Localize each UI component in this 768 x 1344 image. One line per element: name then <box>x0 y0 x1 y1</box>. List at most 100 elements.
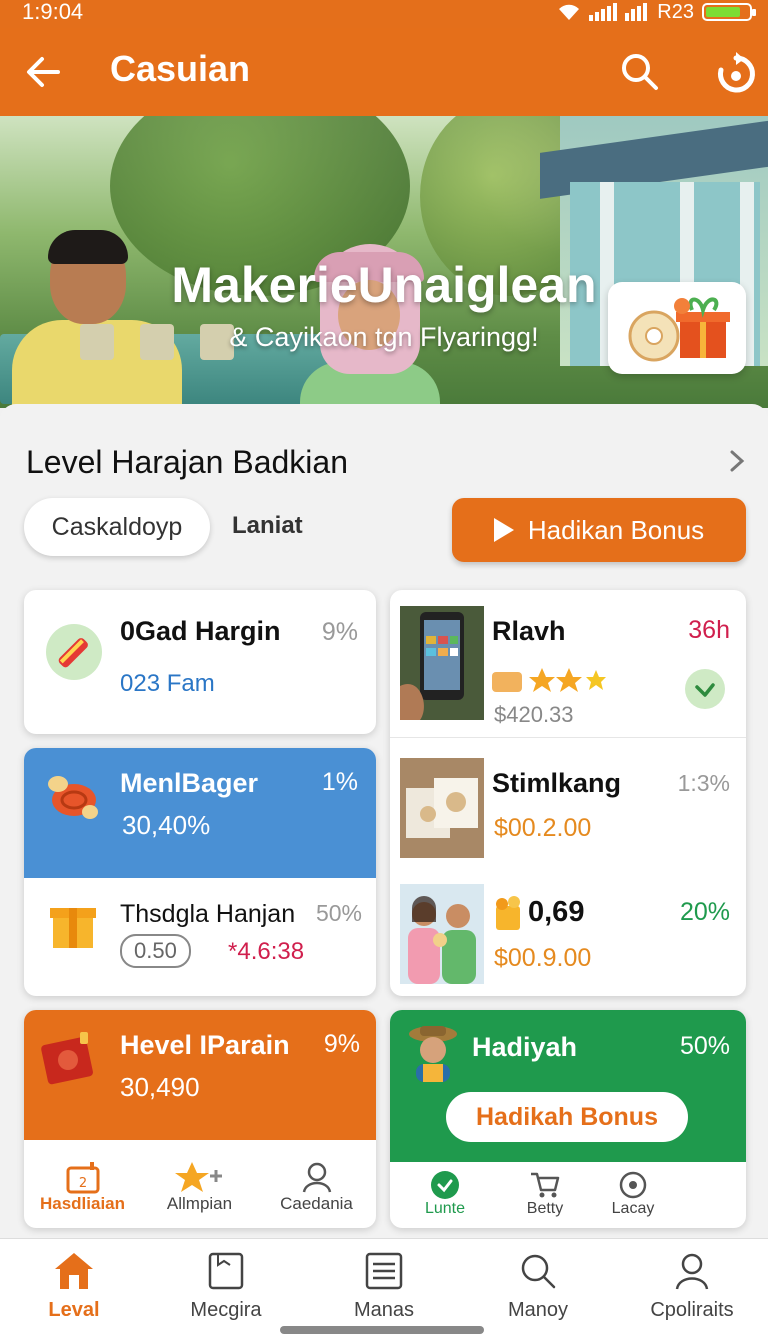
card-percent: 50% <box>315 900 362 926</box>
profile-icon <box>675 1253 709 1290</box>
card-hevel-tabs: 2 Hasdliaian Allmpian Caedania <box>24 1140 376 1228</box>
tab-label: Lunte <box>424 1200 466 1217</box>
card-title: Hadiyah <box>472 1032 578 1062</box>
tab-lacay[interactable]: Lacay <box>578 1170 688 1218</box>
filter-chip[interactable]: Caskaldoyp <box>24 498 210 556</box>
bonus-button[interactable]: Hadikan Bonus <box>452 498 746 562</box>
tab-allmpian[interactable]: Allmpian <box>141 1160 258 1214</box>
card-price: $00.2.00 <box>494 814 592 842</box>
home-indicator[interactable] <box>280 1326 484 1334</box>
nav-item-mecgira[interactable]: Mecgira <box>166 1251 286 1322</box>
tab-label: Betty <box>526 1200 564 1217</box>
status-bar: 1:9:04 R23 <box>0 0 768 28</box>
drink-icon <box>496 896 520 930</box>
refresh-icon[interactable] <box>712 50 760 98</box>
card-stimlkang[interactable]: Stimlkang 1:3% $00.2.00 <box>390 738 746 868</box>
tab-hasdliaian[interactable]: 2 Hasdliaian <box>24 1160 141 1214</box>
card-hadiyah-tabs: Lunte Betty Lacay <box>390 1162 746 1228</box>
card-percent: 20% <box>679 898 730 926</box>
tab-label: Allmpian <box>166 1194 233 1213</box>
family-photo <box>400 884 484 984</box>
compass-icon <box>619 1171 647 1199</box>
card-hevel-header: Hevel IParain 9% 30,490 <box>24 1010 376 1140</box>
signal-icon-2 <box>625 3 648 21</box>
bonus-button-label: Hadikan Bonus <box>527 514 705 545</box>
card-price: $420.33 <box>494 702 574 727</box>
coins-icon <box>48 776 98 819</box>
card-percent: 50% <box>679 1032 730 1060</box>
card-time: 36h <box>688 616 730 644</box>
tab-label: Caedania <box>280 1194 353 1213</box>
tab-caedania[interactable]: Caedania <box>258 1160 375 1214</box>
card-value: *4.6:38 <box>228 938 305 965</box>
page-title: Casuian <box>110 48 251 89</box>
nav-item-cpoliraits[interactable]: Cpoliraits <box>632 1251 752 1322</box>
phone-photo <box>400 606 484 720</box>
hadiyah-bonus-button[interactable]: Hadikah Bonus <box>446 1092 688 1142</box>
hero-banner[interactable]: MakerieUnaiglean & Cayikaon tgn Flyaring… <box>0 116 768 408</box>
tab-label: Hasdliaian <box>39 1194 126 1213</box>
card-badge: 0.50 <box>120 934 191 968</box>
card-hevel-iparain[interactable]: Hevel IParain 9% 30,490 2 Hasdliaian All… <box>24 1010 376 1228</box>
card-title: Thsdgla Hanjan <box>120 900 296 928</box>
nav-label: Leval <box>48 1299 100 1321</box>
card-title: Stimlkang <box>492 768 622 798</box>
rating-stars-icon <box>492 668 606 692</box>
battery-icon <box>702 3 756 21</box>
nav-item-manas[interactable]: Manas <box>324 1251 444 1322</box>
farmer-avatar <box>409 1026 457 1082</box>
back-arrow-icon[interactable] <box>22 50 66 94</box>
play-icon <box>493 518 514 542</box>
card-title: Hevel IParain <box>120 1030 290 1060</box>
check-circle-icon <box>431 1171 459 1199</box>
nav-item-manoy[interactable]: Manoy <box>478 1251 598 1322</box>
cart-icon <box>531 1172 560 1198</box>
chevron-right-icon[interactable] <box>726 446 750 476</box>
candy-icon <box>46 624 102 680</box>
carrier-label: R23 <box>657 0 694 23</box>
tab-lunte[interactable]: Lunte <box>390 1170 500 1218</box>
card-percent: 1:3% <box>677 770 730 796</box>
list-icon <box>365 1252 403 1290</box>
card-title: 0Gad Hargin <box>120 616 281 646</box>
card-value: 30,40% <box>122 810 211 840</box>
nav-item-leval[interactable]: Leval <box>14 1251 134 1322</box>
gift-box-icon <box>50 908 96 948</box>
card-value: 30,490 <box>120 1072 200 1102</box>
card-gad-hargin[interactable]: 0Gad Hargin 9% 023 Fam <box>24 590 376 734</box>
boxes-photo <box>400 758 484 858</box>
signal-icon <box>589 3 618 21</box>
tab-laniat[interactable]: Laniat <box>232 512 303 540</box>
status-time: 1:9:04 <box>22 0 84 24</box>
card-right-group: Rlavh 36h $420.33 Stimlkang 1:3% $00.2.0… <box>390 590 746 996</box>
book-icon <box>41 1032 93 1085</box>
gift-icon <box>628 297 730 362</box>
svg-text:2: 2 <box>78 1176 86 1191</box>
search-icon[interactable] <box>618 50 662 94</box>
nav-label: Mecgira <box>190 1299 262 1321</box>
box-icon: 2 <box>66 1162 99 1194</box>
card-percent: 9% <box>321 618 358 646</box>
gift-card[interactable] <box>608 282 746 374</box>
card-title: MenlBager <box>120 768 259 798</box>
nav-label: Manas <box>353 1299 415 1321</box>
home-icon <box>55 1253 93 1289</box>
card-menlbager[interactable]: MenlBager 1% 30,40% <box>24 748 376 878</box>
document-icon <box>208 1252 244 1290</box>
card-menlbager-group: MenlBager 1% 30,40% Thsdgla Hanjan 50% 0… <box>24 748 376 996</box>
nav-label: Cpoliraits <box>650 1299 734 1321</box>
card-hadiyah-header: Hadiyah 50% Hadikah Bonus <box>390 1010 746 1162</box>
content-panel: Level Harajan Badkian Caskaldoyp Laniat … <box>0 404 768 1244</box>
card-thsdgla[interactable]: Thsdgla Hanjan 50% 0.50 *4.6:38 <box>24 878 376 996</box>
card-hadiyah[interactable]: Hadiyah 50% Hadikah Bonus Lunte Betty La… <box>390 1010 746 1228</box>
profile-icon <box>302 1162 331 1193</box>
card-rlavh[interactable]: Rlavh 36h $420.33 <box>390 590 746 738</box>
star-plus-icon <box>174 1162 222 1192</box>
nav-label: Manoy <box>507 1299 569 1321</box>
status-icons: R23 <box>557 0 756 24</box>
wifi-icon <box>559 4 580 20</box>
section-title: Level Harajan Badkian <box>26 444 348 480</box>
card-value-069[interactable]: 0,69 20% $00.9.00 <box>390 868 746 996</box>
card-price: $00.9.00 <box>494 944 592 972</box>
check-circle-icon[interactable] <box>684 668 726 710</box>
